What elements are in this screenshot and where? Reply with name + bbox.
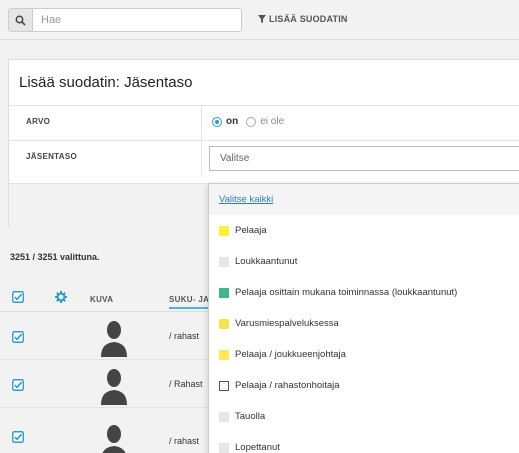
- jasentaso-row: JÄSENTASO Valitse: [9, 140, 519, 175]
- avatar-icon: [102, 425, 126, 453]
- radio-on[interactable]: [212, 116, 222, 127]
- option-label: Pelaaja / rahastonhoitaja: [235, 380, 340, 391]
- search-button[interactable]: [8, 8, 32, 32]
- option-label: Pelaaja: [235, 225, 267, 236]
- row-name[interactable]: / Rahast: [169, 379, 203, 389]
- select-all-checkbox[interactable]: [12, 291, 24, 303]
- option-label: Lopettanut: [235, 442, 280, 453]
- avatar-icon: [101, 321, 127, 357]
- panel-title: Lisää suodatin: Jäsentaso: [19, 74, 193, 91]
- dropdown-option[interactable]: Pelaaja / joukkueenjohtaja: [209, 339, 519, 370]
- level-color-swatch: [219, 349, 229, 360]
- dropdown-option[interactable]: Pelaaja osittain mukana toiminnassa (lou…: [209, 277, 519, 308]
- dropdown-option[interactable]: Pelaaja / rahastonhoitaja: [209, 370, 519, 401]
- level-color-swatch: [219, 287, 229, 298]
- search-icon: [15, 15, 26, 26]
- row-name[interactable]: / rahast: [169, 436, 199, 446]
- row-divider: [201, 141, 202, 175]
- select-all-option[interactable]: Valitse kaikki: [209, 184, 519, 215]
- option-label: Tauolla: [235, 411, 266, 422]
- jasentaso-label: JÄSENTASO: [26, 152, 78, 161]
- filter-icon: [258, 15, 266, 23]
- arvo-radio-group: on ei ole: [212, 116, 284, 127]
- jasentaso-dropdown: Valitse kaikki Pelaaja Loukkaantunut Pel…: [208, 183, 519, 453]
- dropdown-option[interactable]: Varusmiespalveluksessa: [209, 308, 519, 339]
- dropdown-option[interactable]: Loukkaantunut: [209, 246, 519, 277]
- search-input[interactable]: [32, 8, 242, 32]
- option-label: Pelaaja / joukkueenjohtaja: [235, 349, 346, 360]
- radio-ei-ole-label[interactable]: ei ole: [260, 116, 284, 127]
- jasentaso-select[interactable]: Valitse: [209, 146, 519, 171]
- level-color-swatch: [219, 256, 229, 267]
- gear-icon[interactable]: [55, 291, 67, 303]
- option-label: Loukkaantunut: [235, 256, 298, 267]
- column-photo[interactable]: KUVA: [90, 295, 113, 304]
- row-divider: [201, 106, 202, 140]
- search-bar: LISÄÄ SUODATIN: [0, 0, 519, 40]
- column-surname[interactable]: SUKU- JA: [169, 295, 210, 309]
- level-color-swatch: [219, 318, 229, 329]
- level-color-swatch: [219, 380, 229, 391]
- dropdown-option[interactable]: Pelaaja: [209, 215, 519, 246]
- level-color-swatch: [219, 442, 229, 453]
- add-filter-button[interactable]: LISÄÄ SUODATIN: [258, 14, 348, 24]
- arvo-label: ARVO: [26, 117, 51, 126]
- arvo-row: ARVO on ei ole: [9, 105, 519, 140]
- row-name[interactable]: / rahast: [169, 331, 199, 341]
- add-filter-label: LISÄÄ SUODATIN: [269, 14, 348, 24]
- radio-ei-ole[interactable]: [246, 116, 257, 127]
- selection-count: 3251 / 3251 valittuna.: [10, 252, 100, 262]
- row-checkbox[interactable]: [12, 379, 24, 391]
- level-color-swatch: [219, 411, 229, 422]
- dropdown-option[interactable]: Tauolla: [209, 401, 519, 432]
- radio-on-label[interactable]: on: [226, 116, 238, 127]
- option-label: Pelaaja osittain mukana toiminnassa (lou…: [235, 287, 458, 298]
- avatar-icon: [101, 369, 127, 405]
- row-checkbox[interactable]: [12, 331, 24, 343]
- dropdown-option[interactable]: Lopettanut: [209, 432, 519, 453]
- option-label: Varusmiespalveluksessa: [235, 318, 339, 329]
- level-color-swatch: [219, 225, 229, 236]
- select-all-link[interactable]: Valitse kaikki: [219, 194, 273, 205]
- row-checkbox[interactable]: [12, 431, 24, 443]
